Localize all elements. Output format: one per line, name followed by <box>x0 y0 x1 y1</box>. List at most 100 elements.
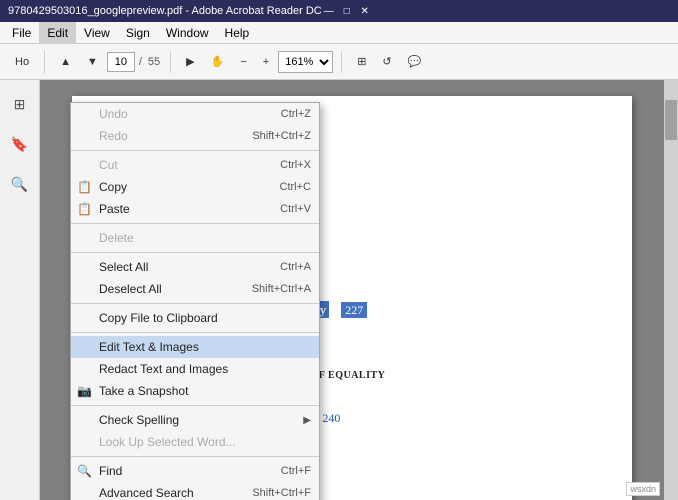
menu-paste[interactable]: 📋 Paste Ctrl+V <box>71 198 319 220</box>
menu-file[interactable]: File <box>4 22 39 43</box>
sep-3 <box>71 252 319 253</box>
edit-dropdown-menu[interactable]: Undo Ctrl+Z Redo Shift+Ctrl+Z Cut Ctrl+X… <box>70 102 320 500</box>
page-sep: / <box>139 56 142 68</box>
menu-cut-shortcut: Ctrl+X <box>280 159 311 171</box>
menu-undo[interactable]: Undo Ctrl+Z <box>71 103 319 125</box>
toolbar-tools-group: ▶ ✋ − + 161% 100% 75% 50% <box>179 49 333 75</box>
menu-select-all-label: Select All <box>99 260 148 274</box>
menu-delete-label: Delete <box>99 231 134 245</box>
menu-find-shortcut: Ctrl+F <box>281 465 311 477</box>
main-area: ⊞ 🔖 🔍 itical Roles 193 NT OF COMPARISON … <box>0 80 678 500</box>
find-icon: 🔍 <box>77 464 92 478</box>
menu-copy-shortcut: Ctrl+C <box>280 181 311 193</box>
menu-select-all[interactable]: Select All Ctrl+A <box>71 256 319 278</box>
menu-spelling[interactable]: Check Spelling ▶ <box>71 409 319 431</box>
close-button[interactable]: ✕ <box>358 4 372 18</box>
watermark-badge: wsxdn <box>626 482 660 496</box>
menu-advanced-search-label: Advanced Search <box>99 486 194 500</box>
menu-paste-label: Paste <box>99 202 130 216</box>
pdf-area: itical Roles 193 NT OF COMPARISON rld Le… <box>40 80 664 500</box>
menu-paste-shortcut: Ctrl+V <box>280 203 311 215</box>
zoom-in-button[interactable]: + <box>256 49 276 75</box>
comment-button[interactable]: 💬 <box>401 49 429 75</box>
menu-cut[interactable]: Cut Ctrl+X <box>71 154 319 176</box>
sep-1 <box>71 150 319 151</box>
total-pages: 55 <box>148 56 160 68</box>
menu-select-all-shortcut: Ctrl+A <box>280 261 311 273</box>
zoom-out-button[interactable]: − <box>233 49 253 75</box>
panel-search-button[interactable]: 🔍 <box>4 168 36 200</box>
menu-find-label: Find <box>99 464 122 478</box>
pdf-num-10: 240 <box>322 411 340 425</box>
menu-redact[interactable]: Redact Text and Images <box>71 358 319 380</box>
menu-redact-label: Redact Text and Images <box>99 362 228 376</box>
scroll-thumb[interactable] <box>665 100 677 140</box>
fit-page-button[interactable]: ⊞ <box>350 49 373 75</box>
menu-edit-text[interactable]: Edit Text & Images <box>71 336 319 358</box>
menu-cut-label: Cut <box>99 158 118 172</box>
panel-page-thumb-button[interactable]: ⊞ <box>4 88 36 120</box>
panel-bookmark-button[interactable]: 🔖 <box>4 128 36 160</box>
hand-tool-button[interactable]: ✋ <box>204 49 232 75</box>
left-panel: ⊞ 🔖 🔍 <box>0 80 40 500</box>
pdf-num-bold: 227 <box>341 302 367 318</box>
menu-advanced-search[interactable]: Advanced Search Shift+Ctrl+F <box>71 482 319 500</box>
rotate-button[interactable]: ↺ <box>375 49 398 75</box>
zoom-select[interactable]: 161% 100% 75% 50% <box>278 51 333 73</box>
menu-copy-file[interactable]: Copy File to Clipboard <box>71 307 319 329</box>
menu-delete[interactable]: Delete <box>71 227 319 249</box>
spelling-submenu-arrow: ▶ <box>303 415 311 426</box>
snapshot-icon: 📷 <box>77 384 92 398</box>
menu-undo-label: Undo <box>99 107 128 121</box>
menu-view[interactable]: View <box>76 22 118 43</box>
title-bar-controls[interactable]: — □ ✕ <box>322 4 372 18</box>
minimize-button[interactable]: — <box>322 4 336 18</box>
menu-deselect-all-shortcut: Shift+Ctrl+A <box>252 283 311 295</box>
menu-copy-file-label: Copy File to Clipboard <box>99 311 218 325</box>
toolbar: Ho ▲ ▼ / 55 ▶ ✋ − + 161% 100% 75% 50% ⊞ … <box>0 44 678 80</box>
page-number-input[interactable] <box>107 52 135 72</box>
menu-redo-label: Redo <box>99 129 128 143</box>
prev-page-button[interactable]: ▲ <box>53 49 78 75</box>
sep-5 <box>71 332 319 333</box>
toolbar-sep-3 <box>341 51 342 73</box>
menu-window[interactable]: Window <box>158 22 217 43</box>
menu-redo-shortcut: Shift+Ctrl+Z <box>252 130 311 142</box>
sep-6 <box>71 405 319 406</box>
next-page-button[interactable]: ▼ <box>80 49 105 75</box>
menu-spelling-label: Check Spelling <box>99 413 179 427</box>
menu-copy[interactable]: 📋 Copy Ctrl+C <box>71 176 319 198</box>
scroll-bar[interactable] <box>664 80 678 500</box>
paste-icon: 📋 <box>77 202 92 216</box>
toolbar-sep-1 <box>44 51 45 73</box>
menu-sign[interactable]: Sign <box>118 22 158 43</box>
menu-copy-label: Copy <box>99 180 127 194</box>
title-bar: 9780429503016_googlepreview.pdf - Adobe … <box>0 0 678 22</box>
home-button[interactable]: Ho <box>8 49 36 75</box>
toolbar-sep-2 <box>170 51 171 73</box>
toolbar-home-group: Ho <box>8 49 36 75</box>
menu-lookup[interactable]: Look Up Selected Word... <box>71 431 319 453</box>
title-bar-text: 9780429503016_googlepreview.pdf - Adobe … <box>8 5 322 17</box>
menu-edit[interactable]: Edit <box>39 22 76 43</box>
sep-4 <box>71 303 319 304</box>
menu-snapshot-label: Take a Snapshot <box>99 384 188 398</box>
sep-7 <box>71 456 319 457</box>
toolbar-extra-group: ⊞ ↺ 💬 <box>350 49 428 75</box>
menu-redo[interactable]: Redo Shift+Ctrl+Z <box>71 125 319 147</box>
select-tool-button[interactable]: ▶ <box>179 49 201 75</box>
menu-lookup-label: Look Up Selected Word... <box>99 435 236 449</box>
menu-deselect-all[interactable]: Deselect All Shift+Ctrl+A <box>71 278 319 300</box>
toolbar-nav-group: ▲ ▼ / 55 <box>53 49 162 75</box>
menu-undo-shortcut: Ctrl+Z <box>281 108 311 120</box>
sep-2 <box>71 223 319 224</box>
menu-deselect-all-label: Deselect All <box>99 282 162 296</box>
menu-advanced-search-shortcut: Shift+Ctrl+F <box>252 487 311 499</box>
copy-icon: 📋 <box>77 180 92 194</box>
menu-bar: File Edit View Sign Window Help <box>0 22 678 44</box>
maximize-button[interactable]: □ <box>340 4 354 18</box>
menu-help[interactable]: Help <box>217 22 258 43</box>
menu-edit-text-label: Edit Text & Images <box>99 340 199 354</box>
menu-find[interactable]: 🔍 Find Ctrl+F <box>71 460 319 482</box>
menu-snapshot[interactable]: 📷 Take a Snapshot <box>71 380 319 402</box>
